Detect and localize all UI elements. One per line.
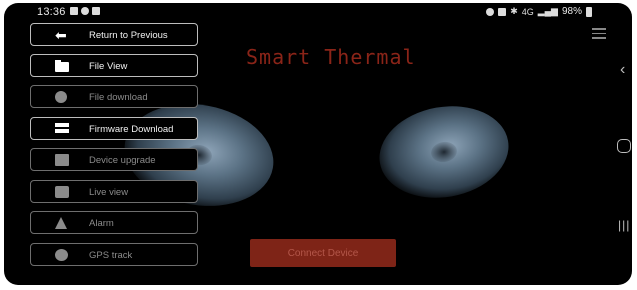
- battery-icon: [586, 6, 592, 17]
- bluetooth-icon: ✱: [510, 6, 518, 16]
- menu-item-label: File download: [89, 92, 148, 103]
- nav-home-icon[interactable]: [617, 139, 631, 153]
- menu-item-gps-track[interactable]: GPS track: [30, 243, 198, 266]
- menu-item-return-to-previous[interactable]: ⬅ Return to Previous: [30, 23, 198, 46]
- menu-item-firmware-download[interactable]: Firmware Download: [30, 117, 198, 140]
- hamburger-menu-icon[interactable]: [592, 28, 606, 40]
- app-screen: 13:36 ✱ 4G ▂▄▆ 98% Smart Thermal ⬅ Retur…: [4, 3, 632, 285]
- back-arrow-icon: ⬅: [55, 27, 67, 43]
- notification-icons: [70, 7, 100, 15]
- menu-item-label: Firmware Download: [89, 124, 174, 135]
- firmware-icon: [55, 123, 69, 135]
- menu-item-file-view[interactable]: File View: [30, 54, 198, 77]
- menu-item-label: Live view: [89, 187, 129, 198]
- network-type: 4G: [521, 6, 534, 17]
- right-eye-graphic: [372, 96, 516, 208]
- status-time: 13:36: [37, 6, 66, 18]
- nav-recents-icon[interactable]: |||: [618, 218, 630, 232]
- download-icon: [55, 91, 67, 103]
- gps-icon: [55, 249, 68, 261]
- connect-device-button[interactable]: Connect Device: [250, 239, 396, 267]
- menu-item-alarm[interactable]: Alarm: [30, 211, 198, 234]
- menu-item-label: GPS track: [89, 250, 133, 261]
- alarm-status-icon: [486, 7, 495, 16]
- signal-icon: ▂▄▆: [537, 6, 558, 16]
- menu-item-label: File View: [89, 61, 128, 72]
- nav-back-icon[interactable]: ‹: [620, 61, 625, 79]
- battery-level: 98%: [561, 6, 582, 17]
- menu-item-device-upgrade[interactable]: Device upgrade: [30, 148, 198, 171]
- check-notification-icon: [92, 7, 100, 15]
- bell-icon: [55, 217, 67, 229]
- menu-item-file-download[interactable]: File download: [30, 85, 198, 108]
- app-title: Smart Thermal: [246, 45, 416, 69]
- system-status: ✱ 4G ▂▄▆ 98%: [486, 6, 592, 17]
- camera-icon: [55, 186, 69, 198]
- app-notification-icon: [81, 7, 89, 15]
- mute-status-icon: [498, 7, 507, 16]
- menu-item-label: Alarm: [89, 218, 114, 229]
- device-upgrade-icon: [55, 154, 69, 166]
- image-notification-icon: [70, 7, 78, 15]
- menu-item-label: Device upgrade: [89, 155, 156, 166]
- menu-item-live-view[interactable]: Live view: [30, 180, 198, 203]
- folder-icon: [55, 60, 69, 72]
- menu-item-label: Return to Previous: [89, 30, 168, 41]
- status-bar: 13:36 ✱ 4G ▂▄▆ 98%: [4, 3, 632, 21]
